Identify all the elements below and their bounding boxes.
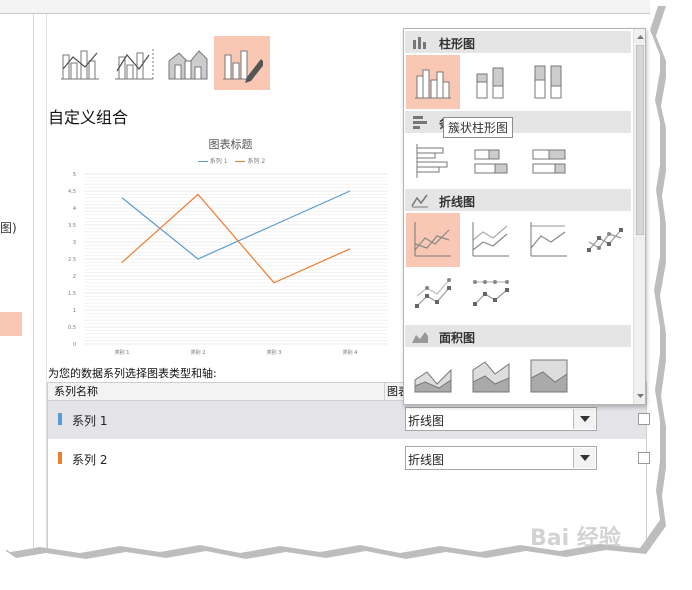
clustered-bar-icon <box>416 144 448 178</box>
100-stacked-bar-icon <box>532 149 566 174</box>
left-category-label[interactable]: 图) <box>0 219 17 236</box>
100-stacked-area-icon <box>530 359 568 393</box>
y-tick-label: 3 <box>73 240 76 246</box>
column-header-series-name: 系列名称 <box>48 383 384 401</box>
section-title-area: 面积图 <box>439 331 476 345</box>
gallery-section-column: 柱形图 <box>405 31 631 53</box>
stacked-line-icon <box>472 222 509 257</box>
chevron-down-icon[interactable] <box>573 409 595 429</box>
100-stacked-column-icon <box>534 65 562 99</box>
section-title-column: 柱形图 <box>439 37 476 51</box>
column-chart-icon <box>413 37 426 49</box>
gallery-item-100-stacked-line-with-markers[interactable] <box>464 269 518 323</box>
x-tick-label: 类别 3 <box>267 349 282 356</box>
series2-chart-type-select[interactable]: 折线图 <box>405 446 597 470</box>
gallery-item-line[interactable] <box>406 213 460 267</box>
y-tick-label: 0 <box>73 342 76 348</box>
x-tick-label: 类别 1 <box>115 349 130 356</box>
gallery-section-line: 折线图 <box>405 189 631 211</box>
gallery-item-clustered-bar[interactable] <box>406 135 460 189</box>
series1-secondary-axis-checkbox[interactable] <box>638 413 650 425</box>
scroll-up-icon[interactable] <box>634 31 646 43</box>
gallery-section-area: 面积图 <box>405 325 631 347</box>
area-icon <box>414 368 452 393</box>
gallery-item-stacked-line[interactable] <box>464 213 518 267</box>
gallery-tooltip: 簇状柱形图 <box>443 117 514 138</box>
chevron-down-icon[interactable] <box>573 448 595 468</box>
100-stacked-line-icon <box>530 222 567 257</box>
section-title: 自定义组合 <box>48 108 129 127</box>
100-stacked-line-with-markers-icon <box>473 280 509 306</box>
scrollbar-thumb[interactable] <box>636 45 644 235</box>
gallery-item-100-stacked-column[interactable] <box>522 55 576 109</box>
gallery-item-stacked-line-with-markers[interactable] <box>406 269 460 323</box>
gallery-item-stacked-column[interactable] <box>464 55 518 109</box>
line-with-markers-icon <box>587 228 623 252</box>
watermark-url: jingyan.baidu.com <box>560 556 653 567</box>
gallery-scrollbar[interactable] <box>633 29 646 404</box>
y-tick-label: 2 <box>73 274 76 280</box>
line-icon <box>414 222 451 257</box>
section-title-line: 折线图 <box>439 195 476 209</box>
clustered-column-line-icon <box>61 50 99 80</box>
y-tick-label: 3.5 <box>68 223 76 229</box>
series2-chart-type-value: 折线图 <box>408 453 445 467</box>
clustered-column-icon <box>415 69 451 99</box>
y-tick-label: 1.5 <box>68 291 76 297</box>
gallery-item-100-stacked-line[interactable] <box>522 213 576 267</box>
gallery-item-stacked-bar[interactable] <box>464 135 518 189</box>
area-chart-icon <box>412 332 428 343</box>
chart-category-list: 图) <box>0 14 34 553</box>
gallery-item-100-stacked-bar[interactable] <box>522 135 576 189</box>
gallery-section-bar: 条 <box>405 111 631 133</box>
stacked-area-clustered-column-icon <box>168 50 208 80</box>
gallery-item-line-with-markers[interactable] <box>578 213 632 267</box>
change-chart-type-dialog: 图) 自定义组合 图表标题 系列 1 系列 2 0 0.5 1 1.5 2 2.… <box>0 0 660 553</box>
chart-preview: 图表标题 系列 1 系列 2 0 0.5 1 1.5 2 2.5 3 3.5 4 4.5 5 类别 1… <box>58 132 403 362</box>
combo-type-custom-button[interactable] <box>214 36 270 90</box>
series-name: 系列 2 <box>72 453 108 467</box>
column-header-series-name-label: 系列名称 <box>54 385 98 398</box>
y-tick-label: 4.5 <box>68 189 76 195</box>
combo-type-secondary-axis-button[interactable] <box>106 36 162 90</box>
line-chart-icon <box>411 194 428 208</box>
clustered-column-line-secondary-axis-icon <box>115 49 154 80</box>
custom-combination-icon <box>223 50 263 83</box>
series-name: 系列 1 <box>72 414 108 428</box>
y-tick-label: 1 <box>73 308 76 314</box>
x-tick-label: 类别 4 <box>343 349 358 356</box>
left-category-selection[interactable] <box>0 312 22 336</box>
stacked-line-with-markers-icon <box>415 278 451 308</box>
stacked-area-icon <box>472 361 510 393</box>
y-tick-label: 4 <box>73 206 76 212</box>
combo-type-clustered-column-line-button[interactable] <box>52 36 108 90</box>
series2-secondary-axis-checkbox[interactable] <box>638 452 650 464</box>
bar-chart-icon <box>413 116 427 129</box>
gallery-item-stacked-area[interactable] <box>464 349 518 403</box>
gallery-item-100-stacked-area[interactable] <box>522 349 576 403</box>
stacked-bar-icon <box>474 149 508 174</box>
series-color-chip <box>58 413 62 425</box>
gallery-item-clustered-column[interactable] <box>406 55 460 109</box>
chart-type-gallery: 柱形图 条 折线图 <box>403 28 646 405</box>
y-tick-label: 0.5 <box>68 325 76 331</box>
dialog-top-strip <box>0 0 650 14</box>
series1-chart-type-select[interactable]: 折线图 <box>405 407 597 431</box>
stacked-column-icon <box>476 67 504 99</box>
scroll-down-icon[interactable] <box>634 390 646 402</box>
combo-type-stacked-area-column-button[interactable] <box>160 36 216 90</box>
y-tick-label: 5 <box>73 172 76 178</box>
chart-plot: 0 0.5 1 1.5 2 2.5 3 3.5 4 4.5 5 类别 1 类别 2 类别 3 类别 4 <box>68 172 388 356</box>
x-tick-label: 类别 2 <box>191 349 206 356</box>
y-tick-label: 2.5 <box>68 257 76 263</box>
series-instruction: 为您的数据系列选择图表类型和轴: <box>48 367 217 380</box>
series-color-chip <box>58 452 62 464</box>
gallery-item-area[interactable] <box>406 349 460 403</box>
series1-chart-type-value: 折线图 <box>408 414 445 428</box>
